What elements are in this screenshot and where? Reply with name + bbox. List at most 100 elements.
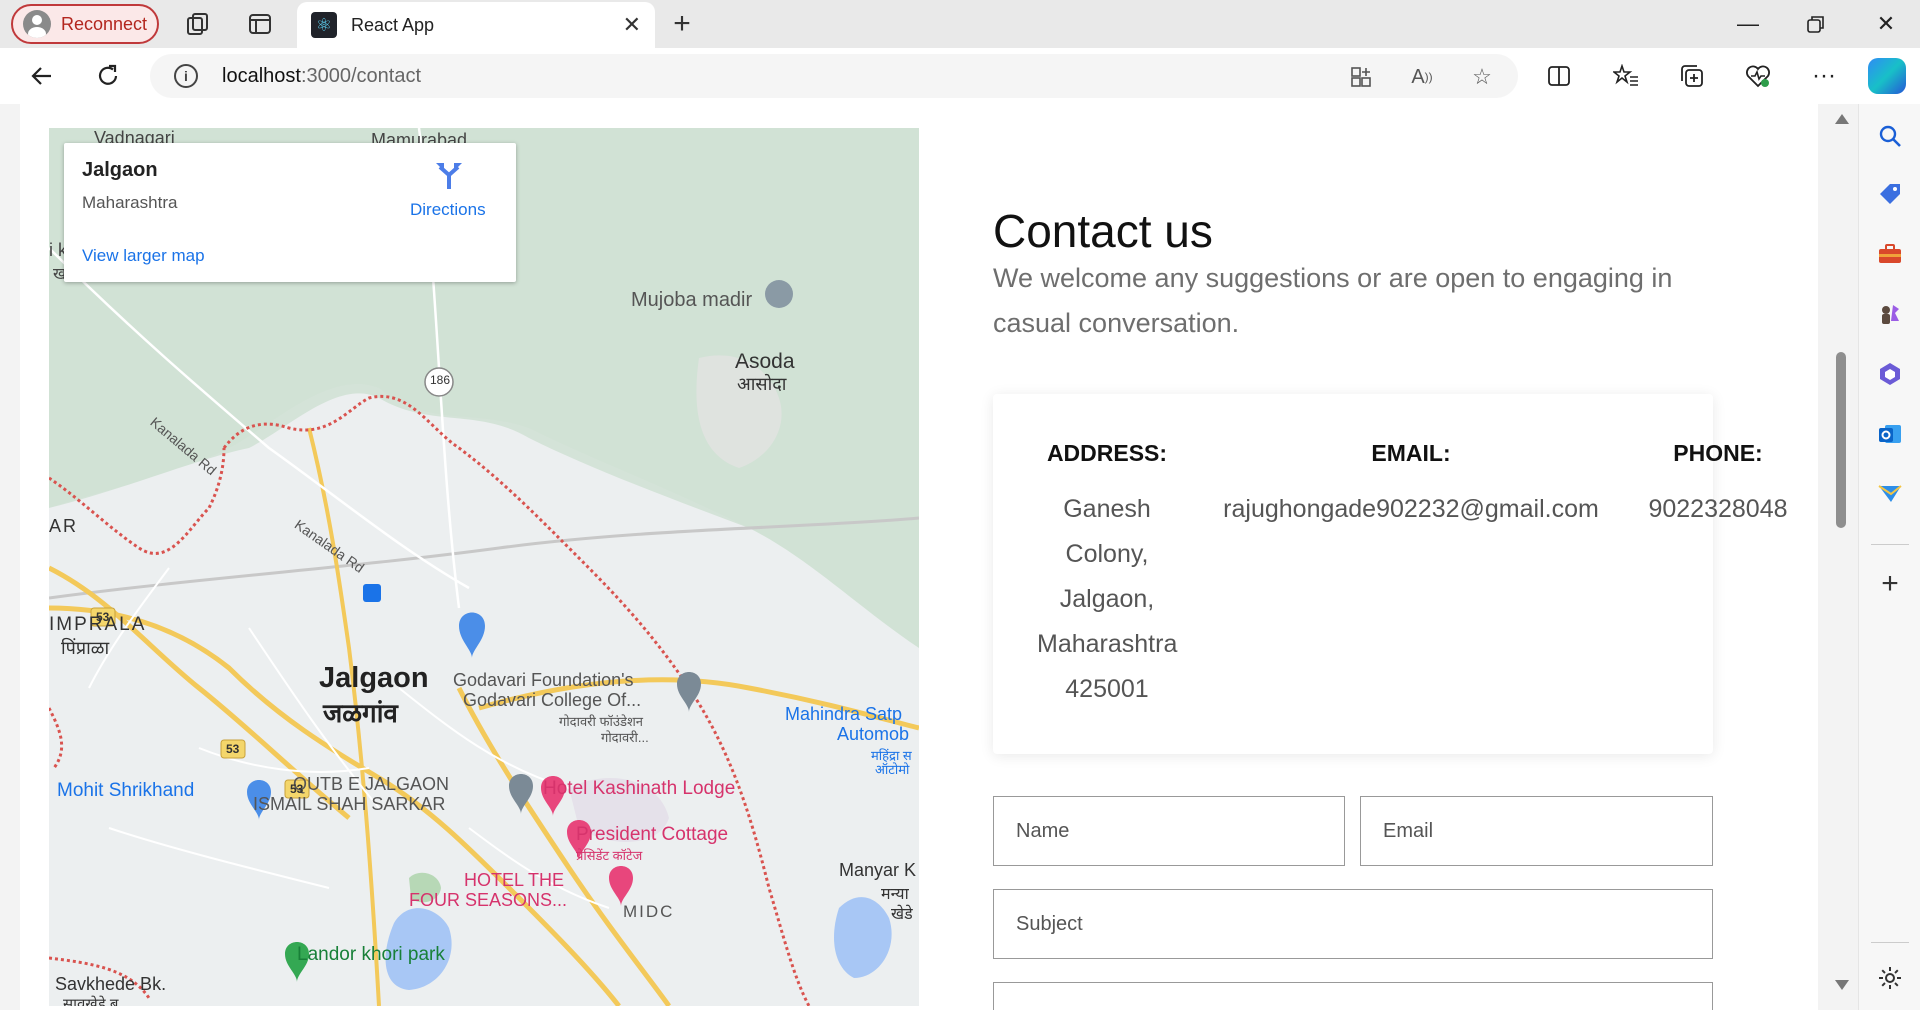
email-placeholder: Email: [1383, 819, 1434, 842]
map-label-midc: MIDC: [623, 902, 675, 921]
sidebar-divider: [1871, 544, 1909, 545]
close-window-icon[interactable]: ✕: [1856, 4, 1916, 44]
map-label-manyar: Manyar K: [839, 860, 917, 880]
reconnect-button[interactable]: Reconnect: [11, 4, 159, 44]
games-chess-icon[interactable]: [1872, 296, 1908, 332]
more-options-icon[interactable]: ···: [1806, 58, 1842, 94]
tab-actions-icon[interactable]: [244, 8, 276, 40]
browser-tab-strip: Reconnect ⚛ React App ✕ + — ✕: [0, 0, 1920, 48]
map-place-subtitle: Maharashtra: [82, 193, 178, 212]
map-info-card: Jalgaon Maharashtra View larger map Dire…: [64, 143, 516, 282]
map-label-kashinath: Hotel Kashinath Lodge: [543, 778, 736, 799]
restore-icon[interactable]: [1786, 4, 1846, 44]
name-input[interactable]: Name: [993, 796, 1345, 866]
map-label-mahindra-2: Automob: [837, 724, 910, 744]
react-favicon-icon: ⚛: [311, 12, 337, 38]
favorite-star-icon[interactable]: ☆: [1467, 62, 1497, 92]
directions-icon[interactable]: [434, 159, 464, 191]
email-column: EMAIL: rajughongade902232@gmail.com: [1211, 440, 1611, 532]
back-arrow-icon[interactable]: [22, 58, 62, 94]
tab-react-app[interactable]: ⚛ React App ✕: [297, 2, 655, 48]
tab-title: React App: [351, 14, 435, 35]
map-label-mahindra-1: Mahindra Satp: [785, 704, 903, 724]
road-53-label-a: 53: [96, 610, 110, 624]
add-sidebar-app-icon[interactable]: +: [1872, 566, 1908, 602]
map-label-godavari-foundation: Godavari Foundation's: [453, 670, 634, 690]
phone-value: 9022328048: [1648, 495, 1788, 523]
browser-toolbar: i localhost:3000/contact A)) ☆ ···: [0, 48, 1920, 104]
site-info-icon[interactable]: i: [174, 64, 198, 88]
shopping-tag-icon[interactable]: [1872, 176, 1908, 212]
email-input[interactable]: Email: [1360, 796, 1713, 866]
map-label-mohit: Mohit Shrikhand: [57, 780, 195, 801]
edge-sidebar: +: [1858, 104, 1920, 1010]
reconnect-label: Reconnect: [61, 13, 148, 34]
map-label-qutb-2: ISMAIL SHAH SARKAR: [253, 794, 446, 814]
map-label-four-seasons-2: FOUR SEASONS...: [409, 890, 568, 910]
app-available-icon[interactable]: [1346, 62, 1376, 92]
contact-section: Contact us We welcome any suggestions or…: [993, 104, 1788, 1010]
map-label-four-seasons-1: HOTEL THE: [464, 870, 565, 890]
collections-icon[interactable]: [1674, 58, 1710, 94]
road-53-label-c: 53: [290, 782, 304, 796]
map-place-title: Jalgaon: [82, 159, 158, 181]
directions-link[interactable]: Directions: [410, 200, 486, 220]
drop-send-icon[interactable]: [1872, 476, 1908, 512]
map-label-savkhede: Savkhede Bk.: [55, 974, 167, 994]
page-title: Contact us: [993, 205, 1213, 257]
road-53-label-b: 53: [226, 742, 240, 756]
tab-close-icon[interactable]: ✕: [623, 12, 641, 38]
browser-essentials-icon[interactable]: [1740, 58, 1776, 94]
map-label-savkhede-mr: सावखेडे बु.: [63, 996, 123, 1006]
view-larger-map-link[interactable]: View larger map: [82, 246, 205, 266]
map-label-president: President Cottage: [576, 824, 729, 845]
address-bar[interactable]: i localhost:3000/contact A)) ☆: [150, 54, 1518, 98]
address-line: 425001: [1065, 675, 1149, 703]
map-label-asoda: Asoda: [735, 350, 795, 373]
new-tab-icon[interactable]: +: [666, 7, 698, 40]
microsoft-365-icon[interactable]: [1872, 356, 1908, 392]
map-label-godavari-college: Godavari College Of...: [463, 690, 642, 710]
copilot-icon[interactable]: [1868, 58, 1906, 94]
map-label-qutb-1: QUTB E JALGAON: [293, 774, 450, 794]
url-host: localhost: [222, 64, 301, 87]
phone-heading: PHONE:: [1673, 440, 1763, 466]
map-label-godavari-mr2: गोदावरी...: [601, 730, 649, 745]
outlook-icon[interactable]: [1872, 416, 1908, 452]
map-label-manyar-mr1: मन्या: [881, 886, 909, 903]
workspaces-icon[interactable]: [182, 8, 214, 40]
map-label-pimprala-mr: पिंप्राळा: [61, 638, 110, 658]
map-label-asoda-mr: आसोदा: [737, 374, 787, 394]
map-label-mahindra-mr2: ऑटोमो: [875, 762, 910, 777]
read-aloud-icon[interactable]: A)): [1407, 62, 1437, 92]
minimize-icon[interactable]: —: [1718, 4, 1778, 44]
map-label-landor: Landor khori park: [297, 944, 445, 965]
favorites-icon[interactable]: [1608, 58, 1644, 94]
message-textarea[interactable]: [993, 982, 1713, 1010]
tools-briefcase-icon[interactable]: [1872, 236, 1908, 272]
address-line: Colony,: [1065, 540, 1149, 568]
url-path: :3000/contact: [300, 64, 422, 87]
sidebar-divider: [1871, 942, 1909, 943]
sidebar-settings-gear-icon[interactable]: [1872, 960, 1908, 996]
subject-input[interactable]: Subject: [993, 889, 1713, 959]
address-heading: ADDRESS:: [1046, 440, 1168, 466]
search-icon[interactable]: [1872, 118, 1908, 154]
split-screen-icon[interactable]: [1541, 58, 1577, 94]
contact-info-card: ADDRESS: Ganesh Colony, Jalgaon, Maharas…: [993, 394, 1788, 754]
map-label-jalgaon: Jalgaon: [319, 662, 429, 694]
scroll-down-arrow-icon[interactable]: [1835, 980, 1849, 990]
name-placeholder: Name: [1016, 819, 1070, 842]
phone-column: PHONE: 9022328048: [1633, 440, 1803, 532]
page-scrollbar[interactable]: [1826, 104, 1856, 1010]
refresh-icon[interactable]: [88, 58, 128, 94]
scroll-up-arrow-icon[interactable]: [1835, 114, 1849, 124]
profile-avatar-icon: [23, 10, 51, 38]
email-heading: EMAIL:: [1371, 440, 1451, 466]
scroll-thumb[interactable]: [1836, 352, 1846, 528]
map-label-jalgaon-mr: जळगांव: [323, 698, 398, 728]
page-viewport: Vadnagari Mamurabad i k ख Mujoba madir A…: [0, 104, 1858, 1010]
map-label-mujoba: Mujoba madir: [631, 289, 753, 311]
address-line: Jalgaon,: [1059, 585, 1155, 613]
road-186-label: 186: [430, 373, 451, 387]
